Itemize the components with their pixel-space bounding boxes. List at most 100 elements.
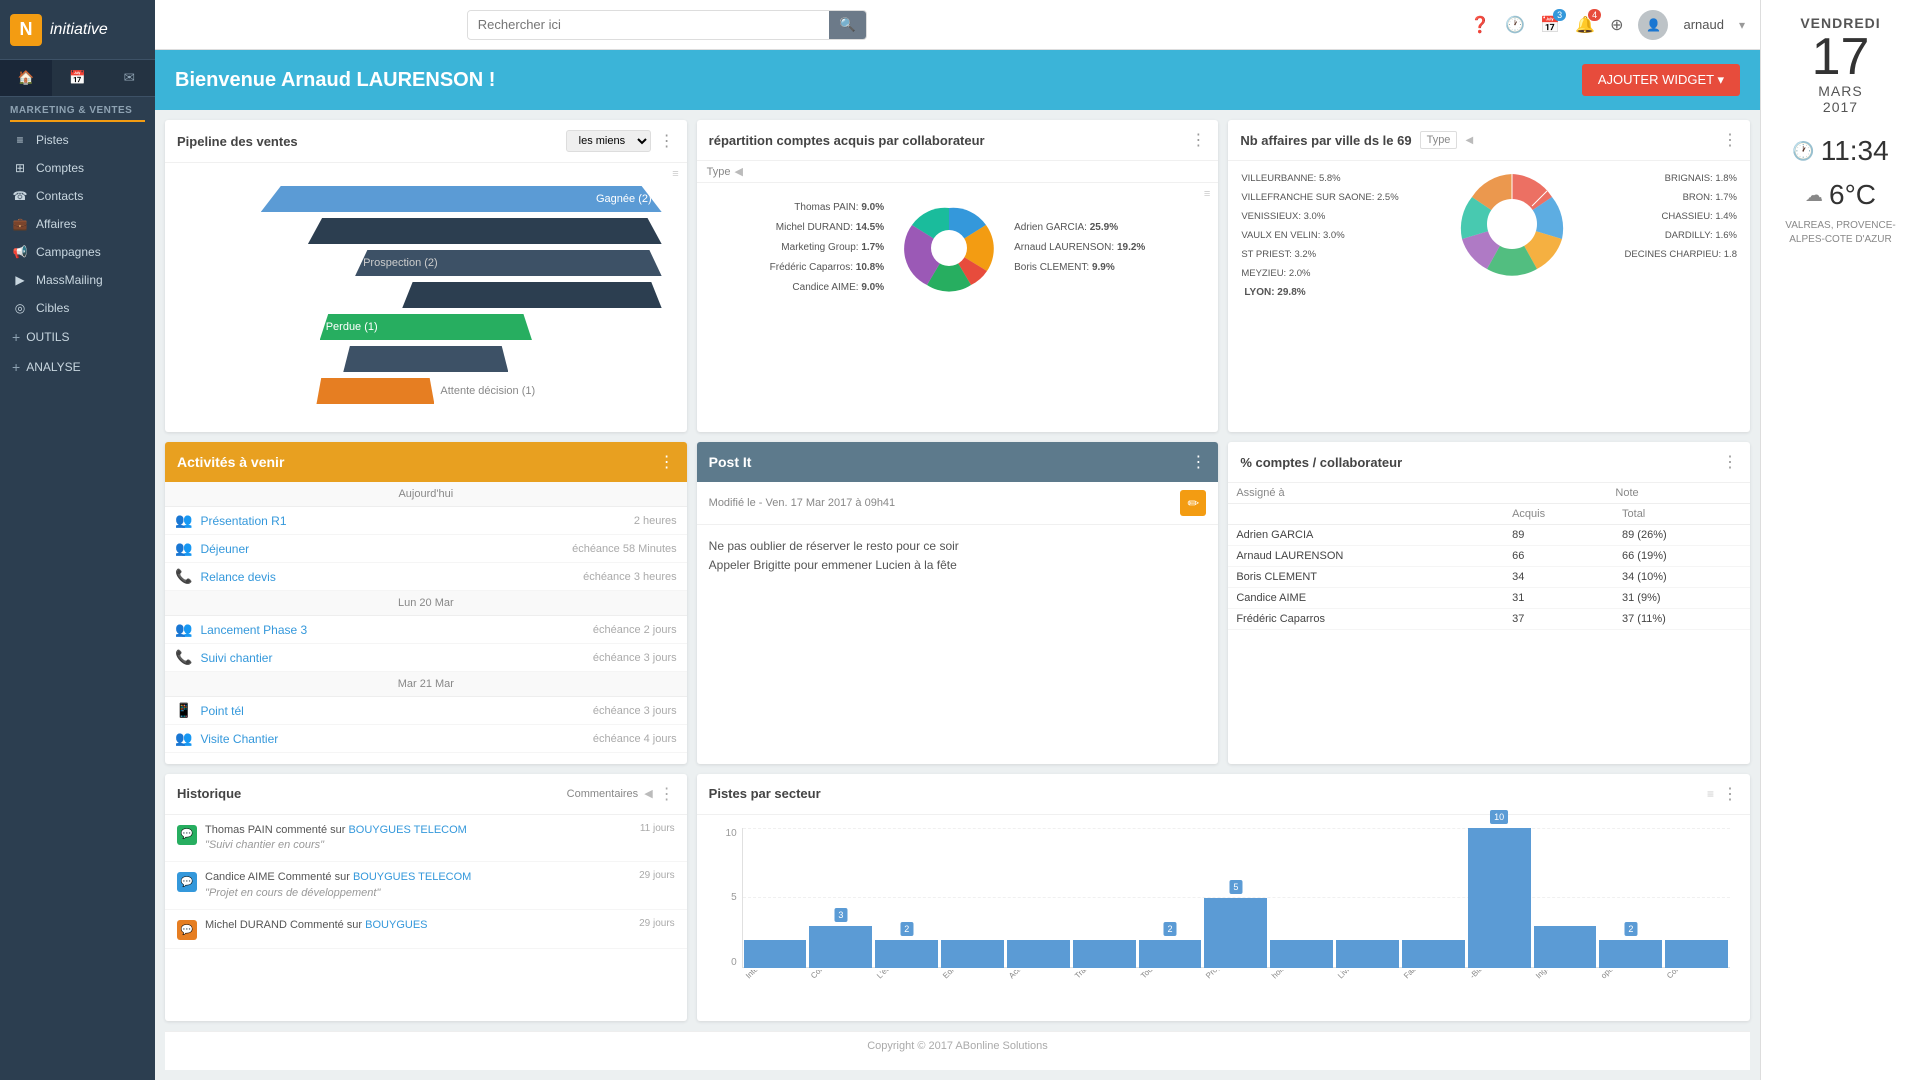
- pistes-bar-label: Interactive 4D...: [744, 970, 805, 991]
- pistes-bar[interactable]: 5: [1204, 898, 1267, 968]
- sidebar-analyse[interactable]: ANALYSE: [0, 352, 155, 382]
- pistes-bar[interactable]: [1336, 940, 1399, 968]
- comptes-icon: ⊞: [12, 161, 28, 175]
- nbaffaires-type[interactable]: Type: [1420, 131, 1458, 149]
- sidebar-item-affaires[interactable]: 💼 Affaires: [0, 210, 155, 238]
- calendar-icon[interactable]: 📅3: [1540, 15, 1560, 35]
- activity-link-suivi[interactable]: Suivi chantier: [200, 651, 272, 665]
- activity-link-point[interactable]: Point tél: [200, 704, 243, 718]
- historique-menu-icon[interactable]: ⋮: [659, 784, 675, 804]
- search-button[interactable]: 🔍: [829, 11, 866, 39]
- pipeline-filter-select[interactable]: les miens: [566, 130, 651, 152]
- activites-header: Activités à venir ⋮: [165, 442, 687, 482]
- hist-link-bouygues-3[interactable]: BOUYGUES: [365, 919, 427, 931]
- analyse-label: ANALYSE: [26, 360, 80, 374]
- pistes-bar[interactable]: 2: [875, 940, 938, 968]
- add-icon[interactable]: ⊕: [1610, 15, 1623, 35]
- nav-calendar-button[interactable]: 📅: [52, 60, 104, 96]
- nav-mail-button[interactable]: ✉: [103, 60, 155, 96]
- user-dropdown-icon[interactable]: ▾: [1739, 18, 1745, 32]
- help-icon[interactable]: ❓: [1470, 15, 1490, 35]
- activites-menu-icon[interactable]: ⋮: [659, 452, 675, 472]
- sidebar-item-comptes[interactable]: ⊞ Comptes: [0, 154, 155, 182]
- pistes-menu-icon[interactable]: ⋮: [1722, 784, 1738, 804]
- pistes-bar[interactable]: [1665, 940, 1728, 968]
- hist-link-bouygues-1[interactable]: BOUYGUES TELECOM: [348, 824, 466, 836]
- pistes-bar[interactable]: [1270, 940, 1333, 968]
- pistes-bar[interactable]: [941, 940, 1004, 968]
- postit-title: Post It: [709, 454, 752, 470]
- comptes-menu-icon[interactable]: ⋮: [1722, 452, 1738, 472]
- activity-link-relance[interactable]: Relance devis: [200, 570, 275, 584]
- pistes-bar[interactable]: 10: [1468, 828, 1531, 968]
- activity-link-visite[interactable]: Visite Chantier: [200, 732, 278, 746]
- pie-chart-svg: [899, 198, 999, 298]
- pistes-bar-label: L'echange de ...: [875, 970, 936, 991]
- legend-marketing: Marketing Group: 1.7%: [770, 238, 885, 258]
- user-name[interactable]: arnaud: [1683, 17, 1723, 32]
- history-icon[interactable]: 🕐: [1505, 15, 1525, 35]
- sidebar-item-label-affaires: Affaires: [36, 217, 76, 231]
- pistes-bar[interactable]: [1402, 940, 1465, 968]
- location-text: VALREAS, PROVENCE-ALPES-COTE D'AZUR: [1771, 219, 1910, 247]
- legend-frederic: Frédéric Caparros: 10.8%: [770, 258, 885, 278]
- pistes-bar[interactable]: 2: [1599, 940, 1662, 968]
- postit-edit-button[interactable]: ✏: [1180, 490, 1206, 516]
- historique-filter: Commentaires ◀ ⋮: [567, 784, 675, 804]
- nbaffaires-menu-icon[interactable]: ⋮: [1722, 130, 1738, 150]
- sidebar-logo: N initiative: [0, 0, 155, 60]
- comptes-subheader-empty: [1228, 504, 1504, 525]
- sidebar-item-contacts[interactable]: ☎ Contacts: [0, 182, 155, 210]
- time-display: 🕐 11:34: [1792, 135, 1888, 167]
- repartition-menu-icon[interactable]: ⋮: [1190, 130, 1206, 150]
- pistes-icon: ≡: [12, 133, 28, 147]
- logo-icon: N: [10, 14, 42, 46]
- repartition-title: répartition comptes acquis par collabora…: [709, 133, 985, 148]
- stage-attente-label: Attente décision (1): [440, 385, 535, 397]
- add-widget-button[interactable]: AJOUTER WIDGET ▾: [1582, 64, 1740, 96]
- pistes-bar[interactable]: 3: [809, 926, 872, 968]
- affaires-icon: 💼: [12, 217, 28, 231]
- historique-filter-arrow[interactable]: ◀: [644, 787, 652, 800]
- sidebar-item-massmailing[interactable]: ▶ MassMailing: [0, 266, 155, 294]
- pistes-bar[interactable]: [1007, 940, 1070, 968]
- welcome-bar: Bienvenue Arnaud LAURENSON ! AJOUTER WID…: [155, 50, 1760, 110]
- sidebar-item-campagnes[interactable]: 📢 Campagnes: [0, 238, 155, 266]
- postit-modified-text: Modifié le - Ven. 17 Mar 2017 à 09h41: [709, 497, 896, 509]
- pistes-bar[interactable]: [1534, 926, 1597, 968]
- notification-icon[interactable]: 🔔4: [1575, 15, 1595, 35]
- hist-content-1: Thomas PAIN commenté sur BOUYGUES TELECO…: [205, 823, 632, 854]
- pistes-bar-label: hologramme...: [1270, 970, 1331, 991]
- nav-home-button[interactable]: 🏠: [0, 60, 52, 96]
- activity-link-dejeuner[interactable]: Déjeuner: [200, 542, 249, 556]
- pipeline-menu-icon[interactable]: ⋮: [659, 131, 675, 151]
- activity-icon-users-2: 👥: [175, 540, 192, 557]
- calendar-badge: 3: [1553, 9, 1566, 21]
- comptes-row-frederic-name: Frédéric Caparros: [1228, 609, 1504, 630]
- hist-link-bouygues-2[interactable]: BOUYGUES TELECOM: [353, 871, 471, 883]
- city-vaulx: VAULX EN VELIN: 3.0%: [1241, 226, 1398, 245]
- hist-content-2: Candice AIME Commenté sur BOUYGUES TELEC…: [205, 870, 631, 901]
- massmailing-icon: ▶: [12, 273, 28, 287]
- postit-menu-icon[interactable]: ⋮: [1190, 452, 1206, 472]
- repartition-filter-icon[interactable]: ◀: [735, 165, 743, 178]
- pistes-title: Pistes par secteur: [709, 786, 821, 801]
- pistes-bar[interactable]: [1073, 940, 1136, 968]
- comptes-row-boris-acquis: 34: [1504, 567, 1614, 588]
- activity-link-presentation[interactable]: Présentation R1: [200, 514, 286, 528]
- historique-filter-label[interactable]: Commentaires: [567, 788, 639, 800]
- pipeline-scroll-icon[interactable]: ≡: [672, 168, 678, 180]
- activity-link-lancement[interactable]: Lancement Phase 3: [200, 623, 307, 637]
- repartition-header: répartition comptes acquis par collabora…: [697, 120, 1219, 161]
- sidebar-item-pistes[interactable]: ≡ Pistes: [0, 126, 155, 154]
- search-input[interactable]: [468, 11, 829, 38]
- city-bron: BRON: 1.7%: [1625, 188, 1737, 207]
- pistes-bar[interactable]: 2: [1139, 940, 1202, 968]
- pistes-bar-label: Activités spe...: [1007, 970, 1068, 991]
- sidebar-item-cibles[interactable]: ◎ Cibles: [0, 294, 155, 322]
- activity-row-relance: 📞 Relance devis échéance 3 heures: [165, 563, 687, 591]
- nbaffaires-filter-arrow[interactable]: ◀: [1465, 135, 1473, 146]
- sidebar-outils[interactable]: OUTILS: [0, 322, 155, 352]
- pistes-bar[interactable]: [744, 940, 807, 968]
- comptes-widget: % comptes / collaborateur ⋮ Assigné à No…: [1228, 442, 1750, 763]
